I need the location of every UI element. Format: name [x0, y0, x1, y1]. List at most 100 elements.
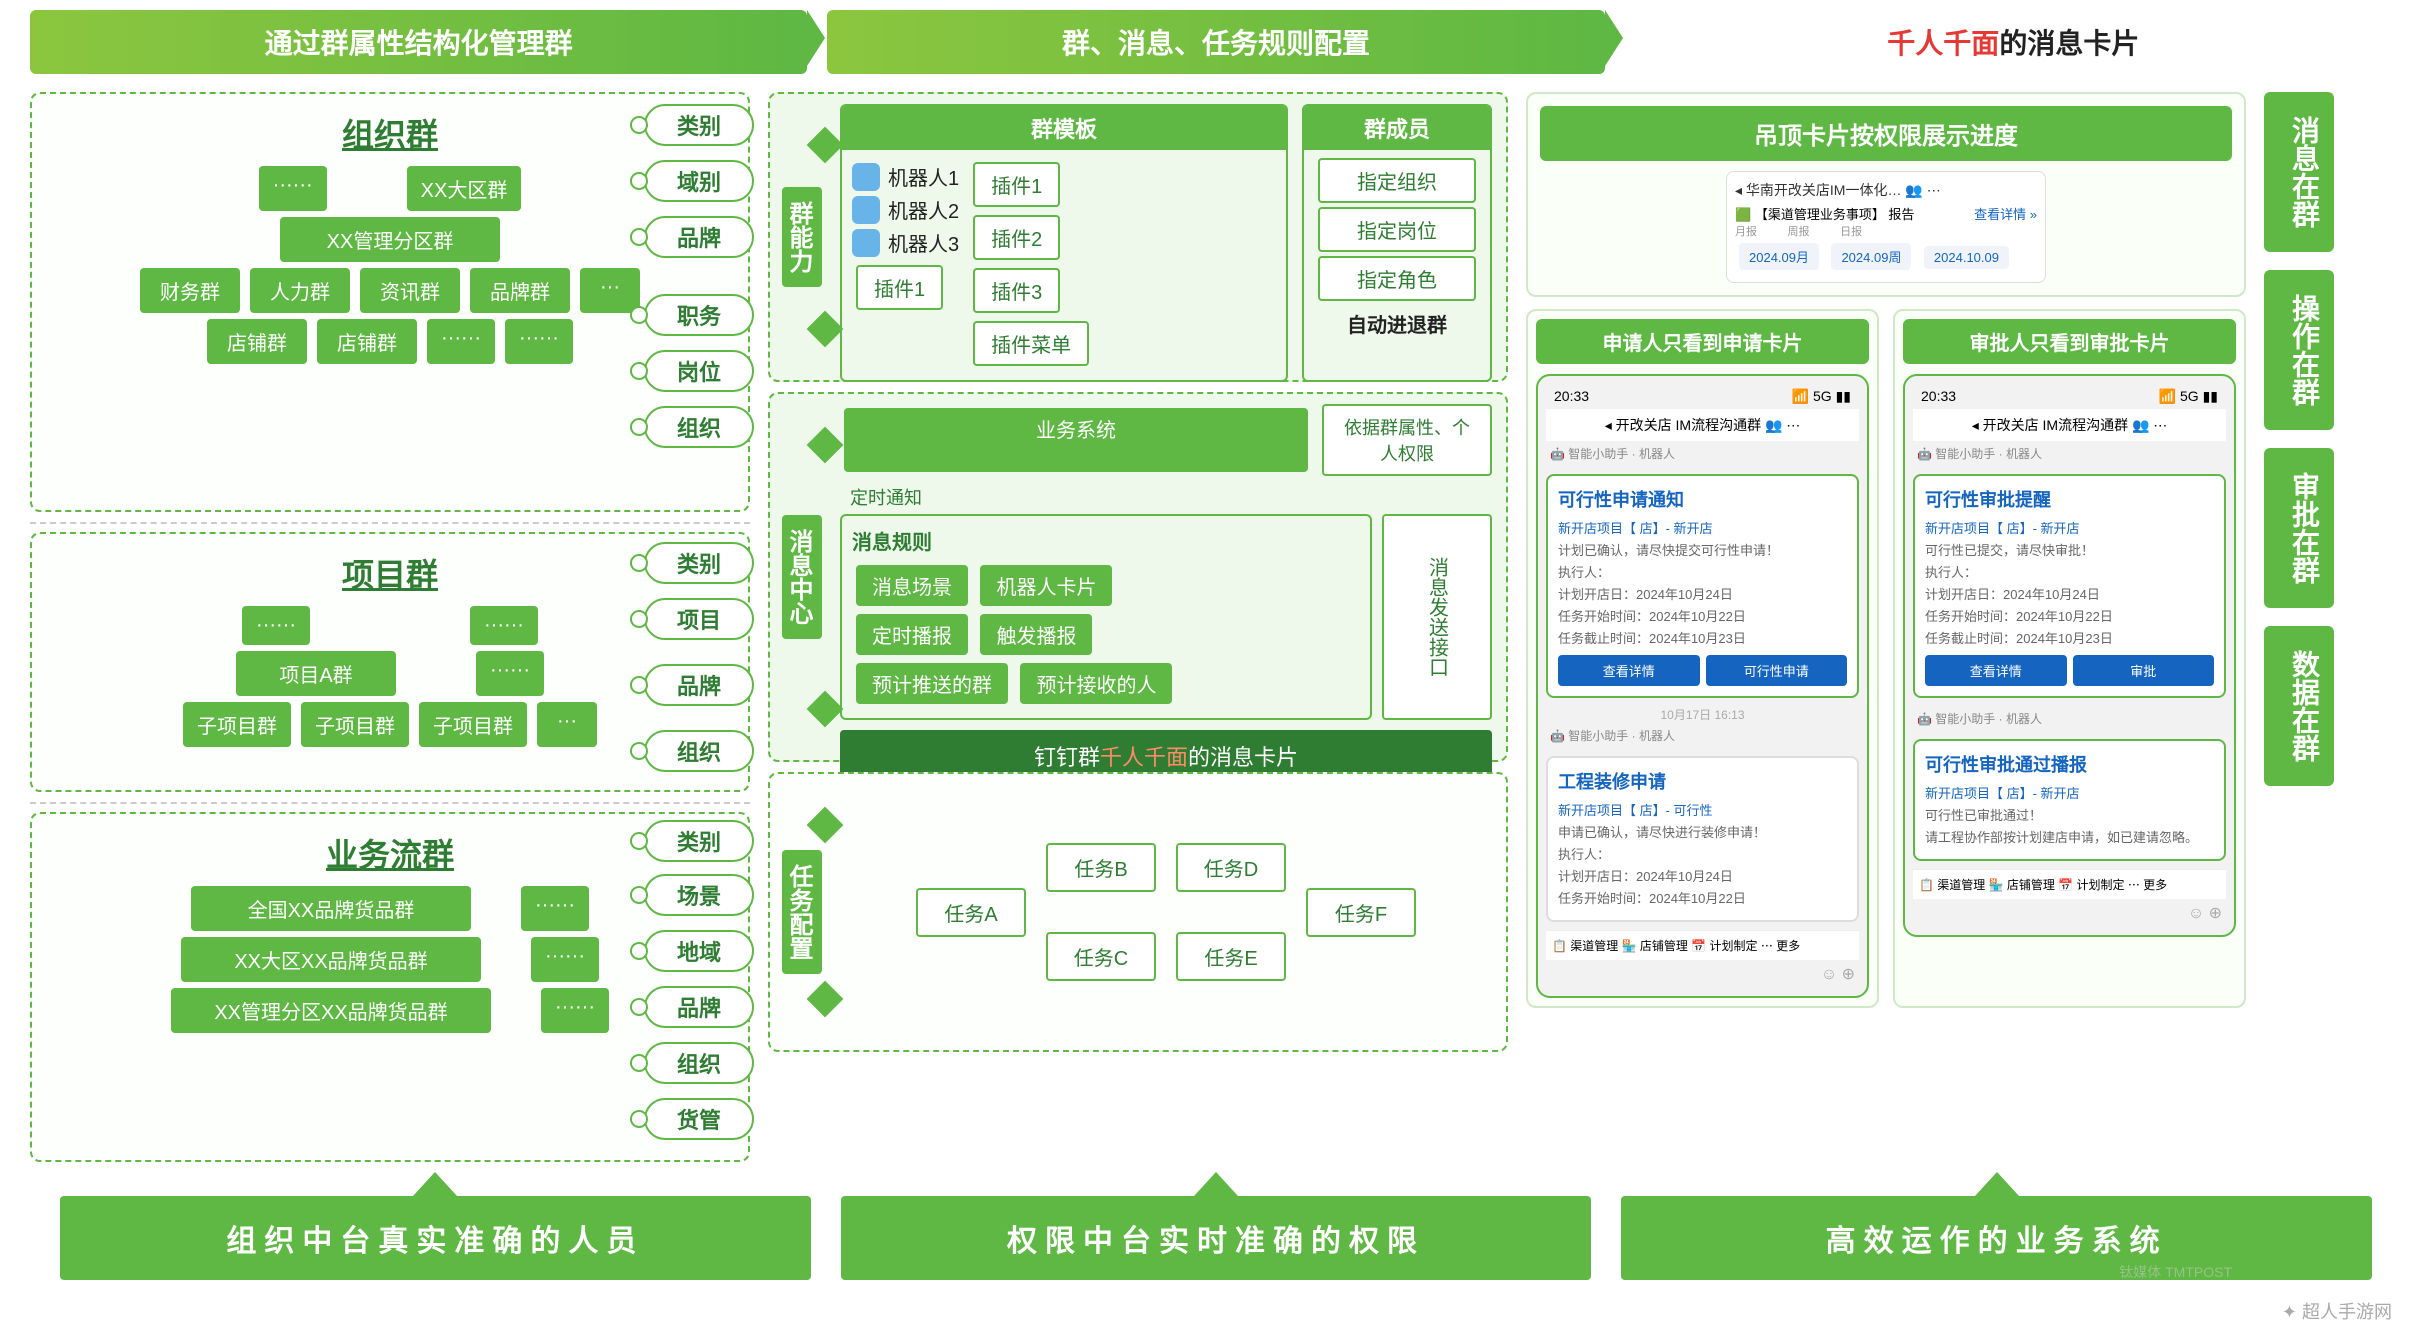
tag-project: 项目 [644, 598, 754, 640]
phone-left: 20:33📶 5G ▮▮ ◂ 开改关店 IM流程沟通群 👥 ⋯ 🤖 智能小助手 … [1536, 374, 1869, 998]
tag-cat2: 类别 [644, 542, 754, 584]
label-cap: 群能力 [782, 187, 822, 287]
node-sub3: 子项目群 [419, 702, 527, 747]
robot-2: 机器人2 [852, 195, 959, 224]
tag-brand2: 品牌 [644, 664, 754, 706]
plugin-1: 插件1 [973, 162, 1060, 207]
view-detail-link[interactable]: 查看详情 » [1974, 204, 2037, 223]
robot-icon [852, 196, 880, 224]
timestamp: 10月17日 16:13 [1546, 706, 1859, 723]
node-sub4: ··· [537, 702, 597, 747]
bottom-1: 组织中台真实准确的人员 [60, 1196, 811, 1280]
bottom-2: 权限中台实时准确的权限 [841, 1196, 1592, 1280]
panel-applicant: 申请人只看到申请卡片 20:33📶 5G ▮▮ ◂ 开改关店 IM流程沟通群 👥… [1526, 309, 1879, 1008]
main-columns: 组织群 ······XX大区群 XX管理分区群 财务群 人力群 资讯群 品牌群 … [0, 74, 2432, 1172]
hdr-mem: 群成员 [1304, 106, 1490, 150]
robot-3: 机器人3 [852, 228, 959, 257]
panel-task: 任务配置 任务A 任务B 任务C 任务D 任务E 任务F [768, 772, 1508, 1052]
bottom-3: 高效运作的业务系统 [1621, 1196, 2372, 1280]
phone-right: 20:33📶 5G ▮▮ ◂ 开改关店 IM流程沟通群 👥 ⋯ 🤖 智能小助手 … [1903, 374, 2236, 937]
box-rules: 消息规则 消息场景 机器人卡片 定时播报 触发播报 预计推送的群 预计接收的人 [840, 514, 1372, 720]
box-template: 群模板 机器人1 机器人2 机器人3 插件1 插件1 插件2 插件3 插件菜单 [840, 104, 1288, 382]
send-api: 消息发送接口 [1382, 514, 1492, 720]
btn-detail-2[interactable]: 查看详情 [1925, 655, 2067, 686]
tag-org3: 组织 [644, 1042, 754, 1084]
task-d: 任务D [1176, 843, 1286, 892]
btn-approve[interactable]: 审批 [2073, 655, 2215, 686]
tag-region: 域别 [644, 160, 754, 202]
label-task: 任务配置 [782, 850, 822, 974]
node-bd3: ······ [541, 988, 609, 1033]
robot-card: 机器人卡片 [980, 565, 1112, 606]
applicant-title: 申请人只看到申请卡片 [1536, 319, 1869, 364]
btn-apply[interactable]: 可行性申请 [1706, 655, 1848, 686]
tag-brand: 品牌 [644, 216, 754, 258]
header-3: 千人千面的消息卡片 [1625, 10, 2402, 74]
node-pd3: ······ [476, 651, 544, 696]
node-bd2: ······ [531, 937, 599, 982]
card-passed: 可行性审批通过播报 新开店项目【 店】- 新开店 可行性已审批通过！ 请工程协作… [1913, 739, 2226, 861]
task-f: 任务F [1306, 888, 1416, 937]
diamond-icon [807, 427, 844, 464]
m-position: 指定岗位 [1318, 207, 1476, 252]
push-groups: 预计推送的群 [856, 663, 1008, 704]
date-chip-2[interactable]: 2024.09周 [1831, 243, 1911, 270]
topcard-title: 吊顶卡片按权限展示进度 [1540, 106, 2232, 161]
robot-icon [852, 163, 880, 191]
tag-org: 组织 [644, 406, 754, 448]
panel-approver: 审批人只看到审批卡片 20:33📶 5G ▮▮ ◂ 开改关店 IM流程沟通群 👥… [1893, 309, 2246, 1008]
diamond-icon [807, 311, 844, 348]
hdr-templ: 群模板 [842, 106, 1286, 150]
plugin-3: 插件3 [973, 268, 1060, 313]
card-construction-title: 工程装修申请 [1558, 768, 1847, 794]
task-c: 任务C [1046, 932, 1156, 981]
panel-biz: 业务流群 全国XX品牌货品群······ XX大区XX品牌货品群······ X… [30, 812, 750, 1162]
msg-scene: 消息场景 [856, 565, 968, 606]
node-mgmt: XX管理分区群 [280, 217, 500, 262]
node-b1: 全国XX品牌货品群 [191, 886, 471, 931]
tag-cat3: 类别 [644, 820, 754, 862]
header-2: 群、消息、任务规则配置 [827, 10, 1604, 74]
plugin-a: 插件1 [856, 265, 943, 310]
diamond-icon [807, 981, 844, 1018]
col-cards: 吊顶卡片按权限展示进度 ◂ 华南开改关店IM一体化… 👥 ⋯ 🟩 【渠道管理业务… [1526, 92, 2246, 1172]
recipients: 预计接收的人 [1020, 663, 1172, 704]
date-chip-1[interactable]: 2024.09月 [1739, 243, 1819, 270]
diamond-icon [807, 691, 844, 728]
node-shop2: 店铺群 [317, 319, 417, 364]
tag-org2: 组织 [644, 730, 754, 772]
node-sub2: 子项目群 [301, 702, 409, 747]
bottom-row: 组织中台真实准确的人员 权限中台实时准确的权限 高效运作的业务系统 [0, 1172, 2432, 1290]
node-b2: XX大区XX品牌货品群 [181, 937, 481, 982]
bottom-tabs-1[interactable]: 📋 渠道管理 🏪 店铺管理 📅 计划制定 ⋯ 更多 [1546, 930, 1859, 960]
group-name-2: ◂ 开改关店 IM流程沟通群 👥 ⋯ [1913, 409, 2226, 441]
diamond-icon [807, 807, 844, 844]
node-sub1: 子项目群 [183, 702, 291, 747]
title-org: 组织群 [46, 110, 734, 156]
top-headers: 通过群属性结构化管理群 群、消息、任务规则配置 千人千面的消息卡片 [0, 0, 2432, 74]
label-msg: 消息中心 [782, 515, 822, 639]
timed-broadcast: 定时播报 [856, 614, 968, 655]
rbar-data: 数据在群 [2264, 626, 2334, 786]
col-rightbars: 消息在群 操作在群 审批在群 数据在群 [2264, 92, 2334, 1172]
phones-row: 申请人只看到申请卡片 20:33📶 5G ▮▮ ◂ 开改关店 IM流程沟通群 👥… [1526, 309, 2246, 1008]
trigger-broadcast: 触发播报 [980, 614, 1092, 655]
m-auto: 自动进退群 [1314, 309, 1480, 338]
btn-detail[interactable]: 查看详情 [1558, 655, 1700, 686]
tag-position: 岗位 [644, 350, 754, 392]
col-groups: 组织群 ······XX大区群 XX管理分区群 财务群 人力群 资讯群 品牌群 … [30, 92, 750, 1172]
panel-topcard: 吊顶卡片按权限展示进度 ◂ 华南开改关店IM一体化… 👥 ⋯ 🟩 【渠道管理业务… [1526, 92, 2246, 297]
task-a: 任务A [916, 888, 1026, 937]
plugin-menu: 插件菜单 [973, 321, 1089, 366]
date-chip-3[interactable]: 2024.10.09 [1924, 246, 2009, 269]
bottom-tabs-2[interactable]: 📋 渠道管理 🏪 店铺管理 📅 计划制定 ⋯ 更多 [1913, 869, 2226, 899]
node-pd2: ······ [470, 606, 538, 645]
depend-attr: 依据群属性、个人权限 [1322, 404, 1492, 476]
node-fin: 财务群 [140, 268, 240, 313]
node-d2: ······ [505, 319, 573, 364]
robot-1: 机器人1 [852, 162, 959, 191]
biz-system: 业务系统 [844, 408, 1308, 472]
tag-scene: 场景 [644, 874, 754, 916]
card-passed-title: 可行性审批通过播报 [1925, 751, 2214, 777]
panel-project: 项目群 ············ 项目A群······ 子项目群 子项目群 子项… [30, 532, 750, 792]
